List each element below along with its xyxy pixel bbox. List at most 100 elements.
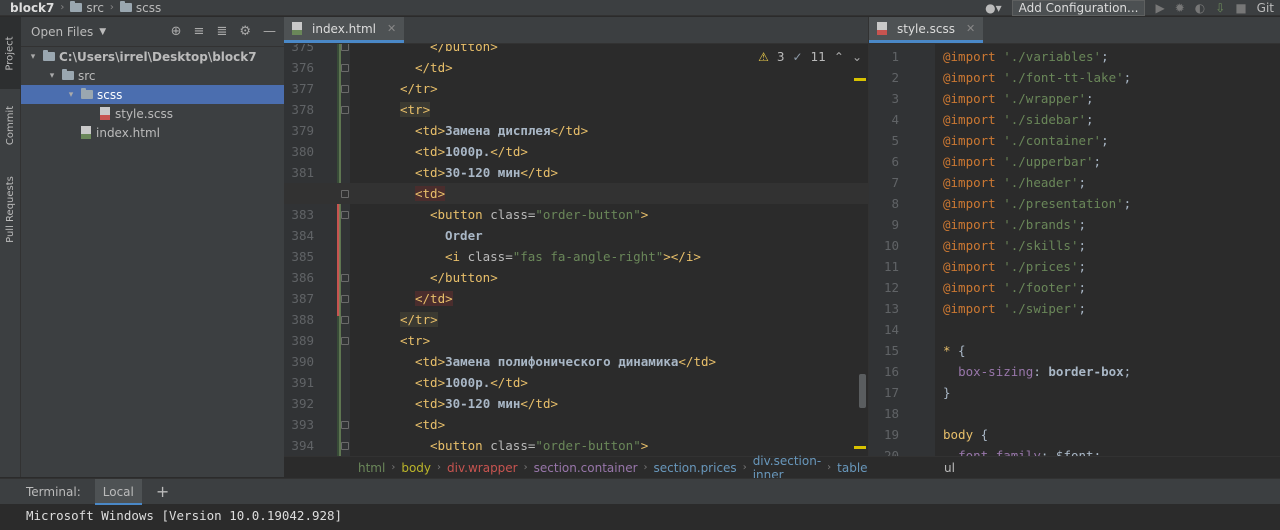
tool-tab-project[interactable]: Project [0,17,21,89]
tab-style-scss[interactable]: style.scss ✕ [869,17,984,43]
code-line[interactable]: <tr> [284,99,868,120]
fold-marker-icon[interactable] [341,44,349,51]
inspection-widget[interactable]: ⚠ 3 ✓ 11 ⌃ ⌄ [758,50,862,64]
code-token: ; [1101,49,1109,64]
code-line[interactable]: @import './variables'; [869,46,1280,67]
fold-marker-icon[interactable] [341,337,349,345]
collapse-all-icon[interactable]: ≣ [216,24,227,39]
code-line[interactable]: * { [869,340,1280,361]
fold-marker-icon[interactable] [341,316,349,324]
tree-item[interactable]: ▾ C:\Users\irrel\Desktop\block7 [21,47,284,66]
add-icon[interactable]: + [156,482,169,501]
git-label[interactable]: Git [1257,1,1274,15]
scss-editor[interactable]: 1 @import './variables'; 2 @import './font-… [868,44,1280,456]
code-line[interactable]: @import './upperbar'; [869,151,1280,172]
terminal-output[interactable]: Microsoft Windows [Version 10.0.19042.92… [0,504,1280,528]
breadcrumb-item[interactable]: body [401,461,431,475]
code-line[interactable]: body { [869,424,1280,445]
coverage-icon[interactable]: ◐ [1195,1,1205,15]
code-line[interactable]: <td> [284,414,868,435]
hide-icon[interactable]: — [263,24,276,39]
chevron-down-icon[interactable]: ▾ [46,71,58,81]
breadcrumb-item[interactable]: div.wrapper [447,461,518,475]
fold-marker-icon[interactable] [341,442,349,450]
html-editor[interactable]: ⚠ 3 ✓ 11 ⌃ ⌄ 375 </button> 376 </td> 377 </tr… [284,44,868,456]
fold-marker-icon[interactable] [341,106,349,114]
scss-path-item[interactable]: ul [944,461,955,475]
code-line[interactable]: @import './skills'; [869,235,1280,256]
fold-marker-icon[interactable] [341,85,349,93]
breadcrumb-item[interactable]: html [358,461,385,475]
code-line[interactable]: box-sizing: border-box; [869,361,1280,382]
fold-marker-icon[interactable] [341,190,349,198]
tool-tab-pull-requests[interactable]: Pull Requests [0,161,21,257]
code-line[interactable]: @import './header'; [869,172,1280,193]
code-line[interactable]: </tr> [284,309,868,330]
code-line[interactable]: </button> [284,267,868,288]
tab-index-html[interactable]: index.html ✕ [284,17,405,43]
code-line[interactable]: @import './prices'; [869,256,1280,277]
tool-tab-commit[interactable]: Commit [0,91,21,159]
code-line[interactable]: Order [284,225,868,246]
code-token: <td> [415,186,446,201]
terminal-tab-local[interactable]: Local [94,478,142,505]
close-icon[interactable]: ✕ [966,22,975,35]
fold-marker-icon[interactable] [341,421,349,429]
chevron-up-icon[interactable]: ⌃ [834,50,844,64]
fold-marker-icon[interactable] [341,64,349,72]
code-line[interactable]: } [869,382,1280,403]
nav-crumb-src[interactable]: src [70,0,104,16]
code-line[interactable]: @import './container'; [869,130,1280,151]
gear-icon[interactable]: ⚙ [239,24,251,39]
user-icon[interactable]: ●▾ [985,1,1002,15]
add-configuration-button[interactable]: Add Configuration... [1011,0,1146,16]
close-icon[interactable]: ✕ [387,22,396,35]
code-line[interactable]: <tr> [284,330,868,351]
nav-crumb-project[interactable]: block7 [0,0,54,16]
terminal-header: Terminal: Local + [0,478,1280,505]
code-line[interactable]: <td>Замена полифонического динамика</td> [284,351,868,372]
chevron-down-icon[interactable]: ▼ [99,27,106,37]
code-line[interactable]: </td> [284,288,868,309]
fold-marker-icon[interactable] [341,211,349,219]
fold-marker-icon[interactable] [341,274,349,282]
code-line[interactable]: @import './wrapper'; [869,88,1280,109]
project-view-selector[interactable]: Open Files [31,25,93,39]
breadcrumb-item[interactable]: table [837,461,867,475]
tree-item[interactable]: ▾ scss [21,85,284,104]
code-line[interactable]: @import './sidebar'; [869,109,1280,130]
code-line[interactable] [869,319,1280,340]
code-line[interactable]: <td>1000р.</td> [284,372,868,393]
fold-marker-icon[interactable] [341,295,349,303]
nav-crumb-scss[interactable]: scss [119,0,161,16]
code-line[interactable]: @import './brands'; [869,214,1280,235]
tree-item[interactable]: index.html [21,123,284,142]
chevron-down-icon[interactable]: ▾ [65,90,77,100]
debug-icon[interactable]: ✹ [1175,1,1185,15]
code-line[interactable] [869,403,1280,424]
tree-item[interactable]: ▾ src [21,66,284,85]
code-line[interactable]: <td>30-120 мин</td> [284,162,868,183]
code-line[interactable]: <td>1000р.</td> [284,141,868,162]
code-line[interactable]: font-family: $font; [869,445,1280,456]
code-line[interactable]: <td> [284,183,868,204]
stop-icon[interactable]: ■ [1235,1,1246,15]
git-update-icon[interactable]: ⇩ [1215,1,1225,15]
run-icon[interactable]: ▶ [1155,1,1164,15]
code-line[interactable]: @import './footer'; [869,277,1280,298]
code-line[interactable]: <button class="order-button"> [284,204,868,225]
expand-all-icon[interactable]: ≡ [194,24,205,39]
code-line[interactable]: <td>30-120 мин</td> [284,393,868,414]
breadcrumb-item[interactable]: section.container [534,461,638,475]
chevron-down-icon[interactable]: ▾ [27,52,39,62]
code-line[interactable]: @import './swiper'; [869,298,1280,319]
breadcrumb-item[interactable]: section.prices [654,461,737,475]
code-line[interactable]: <i class="fas fa-angle-right"></i> [284,246,868,267]
tree-item[interactable]: style.scss [21,104,284,123]
locate-icon[interactable]: ⊕ [171,24,182,39]
code-line[interactable]: @import './presentation'; [869,193,1280,214]
code-line[interactable]: <td>Замена дисплея</td> [284,120,868,141]
code-line[interactable]: @import './font-tt-lake'; [869,67,1280,88]
chevron-down-icon[interactable]: ⌄ [852,50,862,64]
code-line[interactable]: </tr> [284,78,868,99]
